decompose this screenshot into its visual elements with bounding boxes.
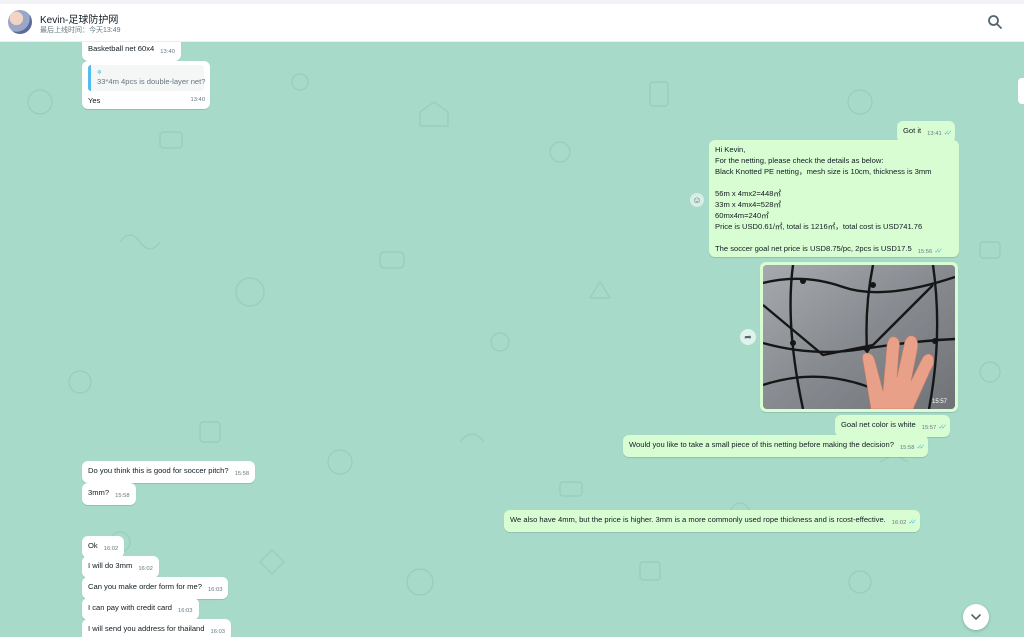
message-time: 16:02 [891, 520, 907, 526]
message-incoming[interactable]: I will send you address for thailand 16:0… [82, 619, 232, 637]
quoted-message[interactable]: ❄ 33*4m 4pcs is double-layer net? [88, 65, 206, 91]
message-incoming[interactable]: Do you think this is good for soccer pit… [82, 461, 256, 483]
message-time: 13:41 [927, 131, 942, 137]
message-text: I can pay with credit card [88, 603, 172, 612]
message-incoming[interactable]: I can pay with credit card 16:03 [82, 598, 199, 620]
message-time: 15:58 [234, 471, 250, 477]
double-check-icon: ✓✓ [916, 444, 925, 451]
message-incoming-reply[interactable]: ❄ 33*4m 4pcs is double-layer net? Yes 13:… [82, 61, 210, 109]
message-text: I will do 3mm [88, 561, 133, 570]
message-outgoing-image[interactable]: 15:57 [760, 262, 958, 412]
message-line: Black Knotted PE netting，mesh size is 10… [715, 167, 932, 176]
message-line: For the netting, please check the detail… [715, 156, 884, 165]
message-text: Got it [903, 126, 922, 135]
message-text: Do you think this is good for soccer pit… [88, 466, 229, 475]
message-time: 15:58 [115, 493, 130, 499]
message-time: 15:57 [931, 399, 947, 405]
message-time: 15:58 [899, 445, 915, 451]
message-incoming[interactable]: Ok 16:02 [82, 536, 125, 558]
message-outgoing[interactable]: Goal net color is white 15:57 ✓✓ [835, 415, 950, 437]
message-time: 13:40 [190, 97, 205, 103]
message-incoming[interactable]: I will do 3mm 16:02 [82, 556, 159, 578]
message-time: 13:40 [160, 49, 175, 55]
message-text: Yes [88, 96, 101, 105]
contact-name[interactable]: Kevin-足球防护网 [40, 11, 118, 26]
avatar[interactable] [8, 10, 32, 34]
message-time: 16:03 [210, 629, 226, 635]
forward-icon[interactable]: ➦ [740, 329, 756, 345]
double-check-icon: ✓✓ [934, 248, 943, 255]
chevron-down-icon [971, 614, 981, 620]
message-incoming[interactable]: Can you make order form for me? 16:03 [82, 577, 229, 599]
message-line: The soccer goal net price is USD8.75/pc,… [715, 244, 912, 253]
netting-photo[interactable]: 15:57 [763, 265, 955, 409]
message-line: Price is USD0.61/㎡, total is 1216㎡，total… [715, 222, 923, 231]
message-time: 15:56 [917, 249, 933, 255]
message-text: Ok [88, 541, 98, 550]
message-time: 16:02 [138, 566, 153, 572]
double-check-icon: ✓✓ [943, 130, 953, 137]
message-text: Can you make order form for me? [88, 582, 202, 591]
search-icon[interactable] [987, 14, 1003, 30]
message-line [715, 232, 953, 243]
message-line [715, 177, 953, 188]
message-line: 60mx4m=240㎡ [715, 211, 769, 220]
message-text: Basketball net 60x4 [88, 44, 155, 53]
snowflake-icon: ❄ [97, 70, 103, 76]
message-incoming[interactable]: 3mm? 15:58 [82, 483, 136, 505]
message-time: 15:57 [921, 425, 937, 431]
message-line: 56m x 4mx2=448㎡ [715, 189, 782, 198]
message-text: Goal net color is white [841, 420, 916, 429]
last-seen-status: 最后上线时间：今天13:49 [40, 27, 121, 34]
window-top-strip [0, 0, 1024, 4]
message-time: 16:03 [207, 587, 223, 593]
chat-header: Kevin-足球防护网 最后上线时间：今天13:49 [0, 0, 1024, 42]
message-text: Would you like to take a small piece of … [629, 440, 894, 449]
scroll-to-bottom-button[interactable] [963, 604, 989, 630]
message-text: We also have 4mm, but the price is highe… [510, 515, 886, 524]
double-check-icon: ✓✓ [938, 424, 947, 431]
emoji-reaction-icon[interactable]: ☺ [690, 193, 704, 207]
message-time: 16:02 [103, 546, 119, 552]
message-outgoing-quote-details[interactable]: Hi Kevin, For the netting, please check … [709, 140, 959, 257]
message-time: 16:03 [178, 608, 193, 614]
double-check-icon: ✓✓ [908, 519, 917, 526]
message-text: 3mm? [88, 488, 110, 497]
quoted-text: 33*4m 4pcs is double-layer net? [97, 77, 206, 86]
message-text: I will send you address for thailand [88, 624, 205, 633]
message-outgoing[interactable]: We also have 4mm, but the price is highe… [504, 510, 921, 532]
message-line: Hi Kevin, [715, 145, 746, 154]
message-list[interactable]: Basketball net 60x4 13:40 ❄ 33*4m 4pcs is… [0, 42, 1024, 637]
message-line: 33m x 4mx4=528㎡ [715, 200, 782, 209]
message-incoming[interactable]: Basketball net 60x4 13:40 [82, 42, 181, 61]
message-outgoing[interactable]: Would you like to take a small piece of … [623, 435, 929, 457]
